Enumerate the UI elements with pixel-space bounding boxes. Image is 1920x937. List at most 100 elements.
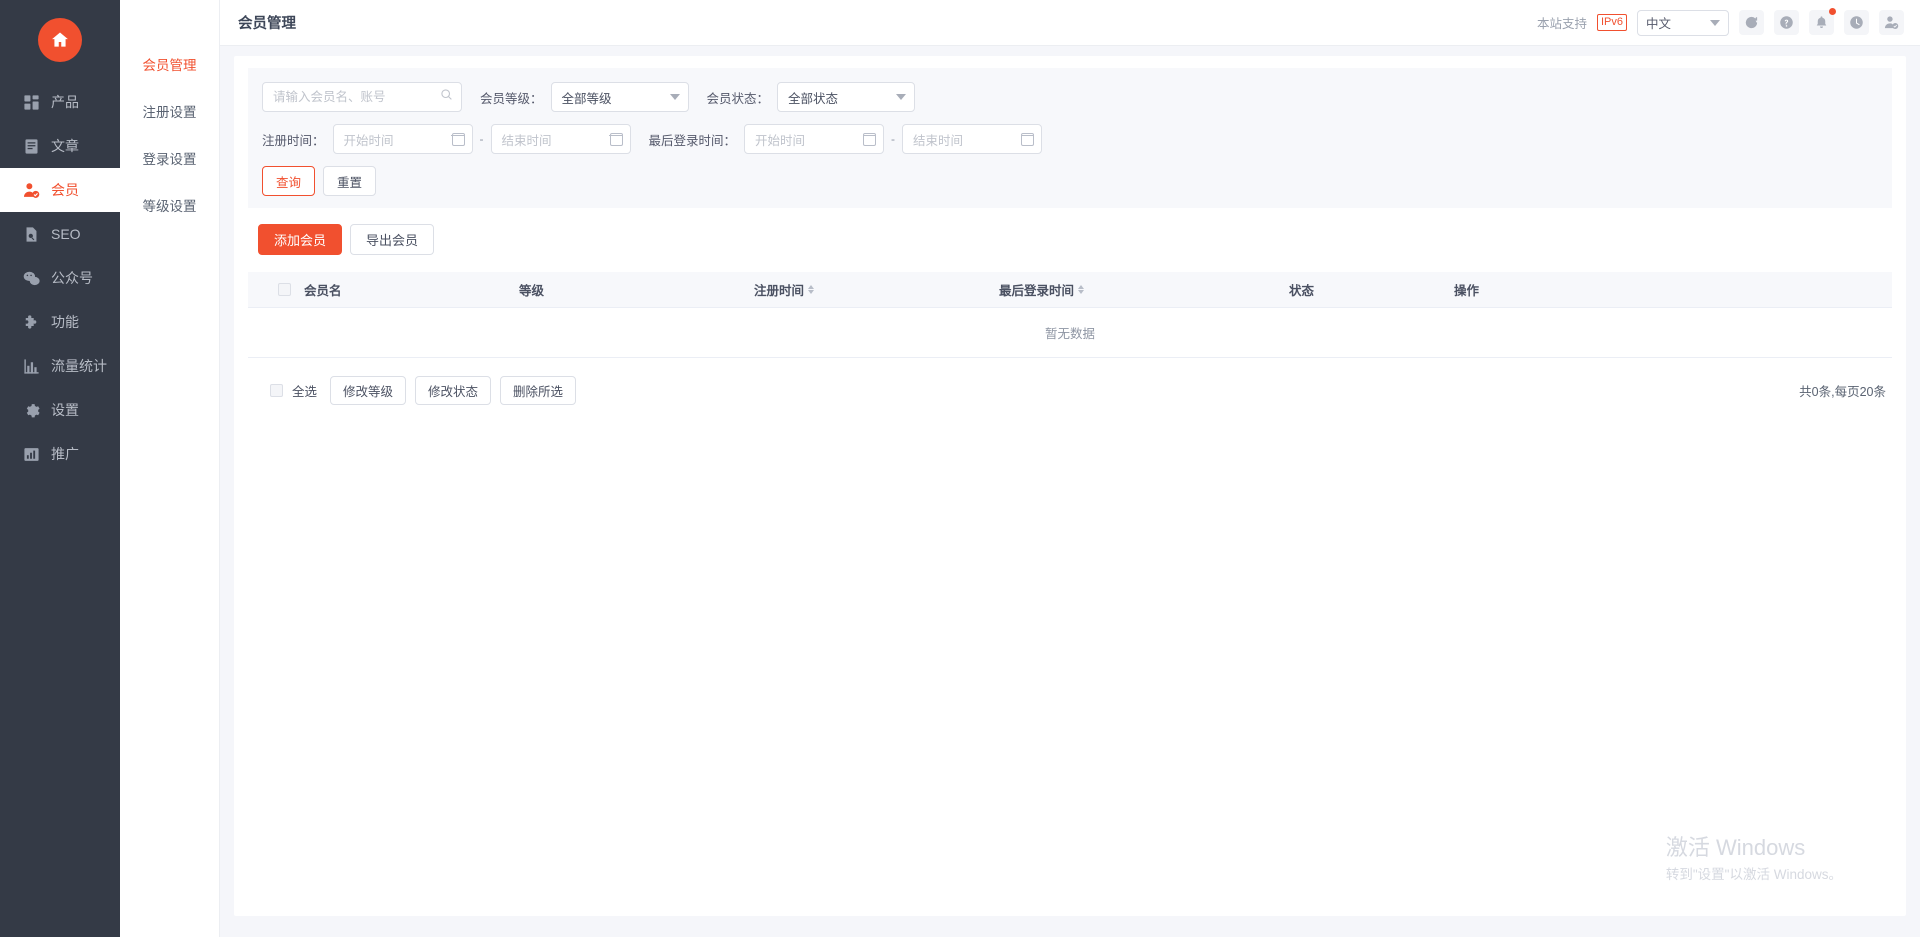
content-area: 会员等级： 全部等级 会员状态： 全部状态 注册时间： xyxy=(220,46,1920,937)
topbar-actions: 本站支持 IPv6 中文 xyxy=(1536,8,1904,36)
last-login-time-label: 最后登录时间： xyxy=(648,133,737,148)
page-search-icon xyxy=(22,225,40,243)
subnav-item-label: 注册设置 xyxy=(142,105,197,120)
subnav-item-label: 登录设置 xyxy=(142,152,197,167)
delete-selected-button[interactable]: 删除所选 xyxy=(500,376,577,405)
chevron-down-icon xyxy=(669,94,680,100)
sidebar-item-traffic-stats[interactable]: 流量统计 xyxy=(0,344,120,388)
sidebar-item-features[interactable]: 功能 xyxy=(0,300,120,344)
range-separator: - xyxy=(891,132,896,146)
calendar-icon xyxy=(451,132,465,146)
calendar-icon xyxy=(1020,132,1035,146)
member-level-value: 全部等级 xyxy=(561,91,612,106)
app-root: 产品 文章 会员 SEO 公众号 功能 流量统计 设置 推广 会员管理 注册设置… xyxy=(0,0,1920,937)
column-header-last-login-time[interactable]: 最后登录时间 xyxy=(999,280,1289,299)
calendar-icon xyxy=(609,132,623,146)
sidebar-item-label: 文章 xyxy=(51,138,79,154)
column-header-status: 状态 xyxy=(1289,280,1454,299)
notification-badge xyxy=(1829,8,1836,15)
sort-icon[interactable] xyxy=(1078,285,1085,294)
sidebar-item-articles[interactable]: 文章 xyxy=(0,124,120,168)
change-level-button[interactable]: 修改等级 xyxy=(330,376,407,405)
sidebar-item-settings[interactable]: 设置 xyxy=(0,388,120,432)
search-input[interactable] xyxy=(262,82,462,112)
sidebar-item-wechat[interactable]: 公众号 xyxy=(0,256,120,300)
right-pane: 会员管理 本站支持 IPv6 中文 请输入会员名、账号 会员等级： 全部等级 会… xyxy=(220,0,1920,937)
sidebar-item-promotion[interactable]: 推广 xyxy=(0,432,120,476)
export-member-button[interactable]: 导出会员 xyxy=(350,224,435,255)
wechat-icon xyxy=(22,269,40,287)
subnav-item-register-settings[interactable]: 注册设置 xyxy=(120,93,219,129)
filter-row-2: 注册时间： 开始时间 - 结束时间 最后登录时间： 开始时间 - 结束时间 xyxy=(262,124,1878,154)
help-icon[interactable] xyxy=(1774,10,1799,35)
column-header-register-time[interactable]: 注册时间 xyxy=(754,280,999,299)
document-icon xyxy=(22,137,40,155)
sidebar-item-label: 公众号 xyxy=(51,270,93,286)
pagination-info: 共0条,每页20条 xyxy=(1799,385,1886,399)
empty-text: 暂无数据 xyxy=(1044,327,1095,341)
sidebar-item-label: 流量统计 xyxy=(51,358,107,374)
chevron-down-icon xyxy=(896,94,907,100)
column-header-operation: 操作 xyxy=(1454,280,1479,299)
select-all-checkbox[interactable] xyxy=(270,384,283,397)
table-actions: 添加会员 导出会员 xyxy=(248,224,1892,255)
chevron-down-icon xyxy=(1710,19,1720,26)
language-select[interactable]: 中文 xyxy=(1637,9,1729,36)
column-header-member-name: 会员名 xyxy=(304,280,519,299)
column-label: 状态 xyxy=(1289,284,1315,298)
bulk-action-bar: 全选 修改等级 修改状态 删除所选 共0条,每页20条 xyxy=(248,375,1892,406)
subnav-item-label: 等级设置 xyxy=(142,199,197,214)
column-header-level: 等级 xyxy=(519,280,754,299)
member-management-card: 会员等级： 全部等级 会员状态： 全部状态 注册时间： xyxy=(234,56,1906,916)
topbar: 会员管理 本站支持 IPv6 中文 xyxy=(220,0,1920,46)
member-level-select[interactable]: 全部等级 xyxy=(550,82,689,112)
sidebar-item-seo[interactable]: SEO xyxy=(0,212,120,256)
reset-button[interactable]: 重置 xyxy=(323,166,377,196)
search-field[interactable] xyxy=(273,90,440,104)
filter-panel: 会员等级： 全部等级 会员状态： 全部状态 注册时间： xyxy=(248,68,1892,208)
calendar-icon xyxy=(862,132,877,146)
grid-icon xyxy=(22,93,40,111)
login-end-date-input[interactable]: 结束时间 xyxy=(902,124,1043,154)
sidebar-item-label: SEO xyxy=(51,226,81,242)
sidebar-item-products[interactable]: 产品 xyxy=(0,80,120,124)
table-empty-state: 暂无数据 xyxy=(248,308,1892,358)
table-header-select-all[interactable] xyxy=(248,283,304,296)
sidebar-item-label: 功能 xyxy=(51,314,79,330)
subnav-item-login-settings[interactable]: 登录设置 xyxy=(120,140,219,176)
subnav-item-level-settings[interactable]: 等级设置 xyxy=(120,187,219,223)
clock-icon[interactable] xyxy=(1844,10,1869,35)
support-text: 本站支持 xyxy=(1536,17,1587,31)
query-button[interactable]: 查询 xyxy=(262,166,316,196)
member-status-select[interactable]: 全部状态 xyxy=(777,82,916,112)
member-table: 会员名 等级 注册时间 最后登录时间 状态 操作 暂无数据 xyxy=(248,272,1892,358)
column-label: 等级 xyxy=(519,284,545,298)
language-select-value: 中文 xyxy=(1646,17,1672,31)
sidebar-item-label: 设置 xyxy=(51,402,79,418)
register-end-placeholder: 结束时间 xyxy=(501,133,552,148)
change-status-button[interactable]: 修改状态 xyxy=(415,376,492,405)
range-separator: - xyxy=(479,132,484,146)
notification-icon[interactable] xyxy=(1809,8,1836,35)
login-start-date-input[interactable]: 开始时间 xyxy=(744,124,885,154)
ipv6-badge: IPv6 xyxy=(1596,14,1627,31)
member-status-value: 全部状态 xyxy=(788,91,839,106)
logo[interactable] xyxy=(0,0,120,80)
register-start-date-input[interactable]: 开始时间 xyxy=(332,124,473,154)
add-member-button[interactable]: 添加会员 xyxy=(258,224,343,255)
header-checkbox[interactable] xyxy=(278,283,291,296)
sidebar-item-members[interactable]: 会员 xyxy=(0,168,120,212)
user-check-icon xyxy=(22,181,40,199)
subnav-item-label: 会员管理 xyxy=(142,58,197,73)
sidebar-item-label: 产品 xyxy=(51,94,79,110)
sort-icon[interactable] xyxy=(808,285,815,294)
subnav-item-member-management[interactable]: 会员管理 xyxy=(120,46,219,82)
refresh-icon[interactable] xyxy=(1739,10,1764,35)
filter-buttons: 查询 重置 xyxy=(262,166,1878,196)
login-end-placeholder: 结束时间 xyxy=(913,133,964,148)
bar-chart-icon xyxy=(22,357,40,375)
home-icon[interactable] xyxy=(38,18,82,62)
register-time-label: 注册时间： xyxy=(262,133,325,148)
user-account-icon[interactable] xyxy=(1879,10,1904,35)
register-end-date-input[interactable]: 结束时间 xyxy=(490,124,631,154)
